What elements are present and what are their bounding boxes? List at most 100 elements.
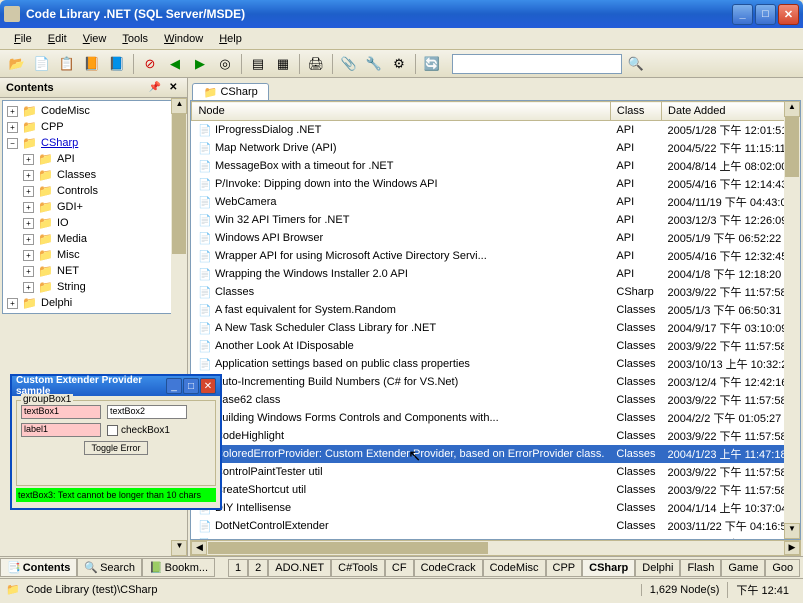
- table-row[interactable]: 📄MessageBox with a timeout for .NETAPI20…: [192, 157, 800, 175]
- table-row[interactable]: 📄Windows API BrowserAPI2005/1/9 下午 06:52…: [192, 229, 800, 247]
- sample-window[interactable]: Custom Extender Provider sample _ □ ✕ gr…: [10, 374, 222, 510]
- table-row[interactable]: 📄P/Invoke: Dipping down into the Windows…: [192, 175, 800, 193]
- content-tab[interactable]: CF: [385, 559, 414, 577]
- sample-max-button[interactable]: □: [183, 378, 199, 394]
- print-icon[interactable]: 🖨: [305, 53, 327, 75]
- table-row[interactable]: 📄DIY IntellisenseClasses2004/1/14 上午 10:…: [192, 499, 800, 517]
- table-row[interactable]: 📄Win 32 API Timers for .NETAPI2003/12/3 …: [192, 211, 800, 229]
- content-tab[interactable]: CodeMisc: [483, 559, 546, 577]
- search-input[interactable]: [452, 54, 622, 74]
- book-icon[interactable]: 📙: [81, 53, 103, 75]
- tree-node[interactable]: +📁IO: [5, 215, 182, 231]
- tree-node[interactable]: +📁Media: [5, 231, 182, 247]
- forward-icon[interactable]: ▶: [189, 53, 211, 75]
- expand-icon[interactable]: +: [23, 250, 34, 261]
- table-row[interactable]: 📄CodeHighlightClasses2003/9/22 下午 11:57:…: [192, 427, 800, 445]
- tree-node[interactable]: +📁NET: [5, 263, 182, 279]
- table-row[interactable]: 📄Auto-Incrementing Build Numbers (C# for…: [192, 373, 800, 391]
- toggle-error-button[interactable]: Toggle Error: [84, 441, 147, 455]
- tree-node[interactable]: +📁CPP: [5, 119, 182, 135]
- settings-icon[interactable]: ⚙: [388, 53, 410, 75]
- tools-icon[interactable]: 🔧: [363, 53, 385, 75]
- content-tab[interactable]: Goo: [765, 559, 800, 577]
- grid-hscrollbar[interactable]: ◀▶: [190, 540, 801, 556]
- col-class[interactable]: Class: [610, 102, 661, 121]
- bottom-tab[interactable]: 📑Contents: [0, 558, 77, 577]
- content-tab[interactable]: CSharp: [582, 559, 635, 577]
- tab-csharp[interactable]: 📁 CSharp: [192, 83, 268, 100]
- tree-node[interactable]: +📁GDI+: [5, 199, 182, 215]
- content-tab[interactable]: Game: [721, 559, 765, 577]
- list2-icon[interactable]: ▦: [272, 53, 294, 75]
- pin-icon[interactable]: 📌: [149, 82, 161, 93]
- menu-window[interactable]: Window: [156, 31, 211, 47]
- expand-icon[interactable]: +: [23, 282, 34, 293]
- menu-tools[interactable]: Tools: [114, 31, 156, 47]
- data-grid[interactable]: Node Class Date Added 📄IProgressDialog .…: [190, 100, 801, 540]
- tree-node[interactable]: +📁Misc: [5, 247, 182, 263]
- close-button[interactable]: ✕: [778, 4, 799, 25]
- tree-node[interactable]: +📁CodeMisc: [5, 103, 182, 119]
- book2-icon[interactable]: 📘: [106, 53, 128, 75]
- maximize-button[interactable]: □: [755, 4, 776, 25]
- minimize-button[interactable]: _: [732, 4, 753, 25]
- attach-icon[interactable]: 📎: [338, 53, 360, 75]
- tree-node[interactable]: −📁CSharp: [5, 135, 182, 151]
- tree-node[interactable]: +📁Controls: [5, 183, 182, 199]
- expand-icon[interactable]: +: [23, 234, 34, 245]
- doc-icon[interactable]: 📋: [56, 53, 78, 75]
- content-tab[interactable]: 2: [248, 559, 268, 577]
- table-row[interactable]: 📄Base62 classClasses2003/9/22 下午 11:57:5…: [192, 391, 800, 409]
- col-date[interactable]: Date Added: [662, 102, 800, 121]
- content-tab[interactable]: Flash: [680, 559, 721, 577]
- table-row[interactable]: 📄ClassesCSharp2003/9/22 下午 11:57:58: [192, 283, 800, 301]
- table-row[interactable]: 📄ControlPaintTester utilClasses2003/9/22…: [192, 463, 800, 481]
- table-row[interactable]: 📄A New Task Scheduler Class Library for …: [192, 319, 800, 337]
- sample-titlebar[interactable]: Custom Extender Provider sample _ □ ✕: [12, 376, 220, 396]
- nav-icon[interactable]: ◎: [214, 53, 236, 75]
- checkbox1[interactable]: checkBox1: [107, 425, 170, 436]
- expand-icon[interactable]: +: [23, 266, 34, 277]
- table-row[interactable]: 📄CreateShortcut utilClasses2003/9/22 下午 …: [192, 481, 800, 499]
- content-tab[interactable]: ADO.NET: [268, 559, 331, 577]
- back-icon[interactable]: ◀: [164, 53, 186, 75]
- col-node[interactable]: Node: [192, 102, 610, 121]
- table-row[interactable]: 📄ColoredErrorProvider: Custom Extender P…: [192, 445, 800, 463]
- table-row[interactable]: 📄WebCameraAPI2004/11/19 下午 04:43:06: [192, 193, 800, 211]
- menu-help[interactable]: Help: [211, 31, 250, 47]
- close-panel-icon[interactable]: ✕: [169, 82, 177, 93]
- go-icon[interactable]: 🔍: [625, 53, 647, 75]
- textbox1[interactable]: textBox1: [21, 405, 101, 419]
- content-tab[interactable]: Delphi: [635, 559, 680, 577]
- sample-min-button[interactable]: _: [166, 378, 182, 394]
- expand-icon[interactable]: −: [7, 138, 18, 149]
- tree-node[interactable]: +📁API: [5, 151, 182, 167]
- expand-icon[interactable]: +: [23, 186, 34, 197]
- grid-vscrollbar[interactable]: ▲ ▼: [784, 101, 800, 539]
- content-tab[interactable]: 1: [228, 559, 248, 577]
- sample-close-button[interactable]: ✕: [200, 378, 216, 394]
- table-row[interactable]: 📄IProgressDialog .NETAPI2005/1/28 下午 12:…: [192, 121, 800, 140]
- table-row[interactable]: 📄Wrapping the Windows Installer 2.0 APIA…: [192, 265, 800, 283]
- tree-view[interactable]: +📁CodeMisc+📁CPP−📁CSharp+📁API+📁Classes+📁C…: [2, 100, 185, 314]
- content-tab[interactable]: C#Tools: [331, 559, 385, 577]
- list-icon[interactable]: ▤: [247, 53, 269, 75]
- table-row[interactable]: 📄Map Network Drive (API)API2004/5/22 下午 …: [192, 139, 800, 157]
- table-row[interactable]: 📄Application settings based on public cl…: [192, 355, 800, 373]
- content-tab[interactable]: CPP: [546, 559, 583, 577]
- menu-edit[interactable]: Edit: [40, 31, 75, 47]
- expand-icon[interactable]: +: [23, 154, 34, 165]
- expand-icon[interactable]: +: [7, 122, 18, 133]
- bottom-tab[interactable]: 📗Bookm...: [142, 558, 215, 577]
- expand-icon[interactable]: +: [23, 170, 34, 181]
- content-tab[interactable]: CodeCrack: [414, 559, 483, 577]
- expand-icon[interactable]: +: [23, 218, 34, 229]
- menu-file[interactable]: File: [6, 31, 40, 47]
- expand-icon[interactable]: +: [7, 106, 18, 117]
- bottom-tab[interactable]: 🔍Search: [77, 558, 142, 577]
- table-row[interactable]: 📄Wrapper API for using Microsoft Active …: [192, 247, 800, 265]
- table-row[interactable]: 📄Another Look At IDisposableClasses2003/…: [192, 337, 800, 355]
- expand-icon[interactable]: +: [23, 202, 34, 213]
- textbox2[interactable]: textBox2: [107, 405, 187, 419]
- table-row[interactable]: 📄A fast equivalent for System.RandomClas…: [192, 301, 800, 319]
